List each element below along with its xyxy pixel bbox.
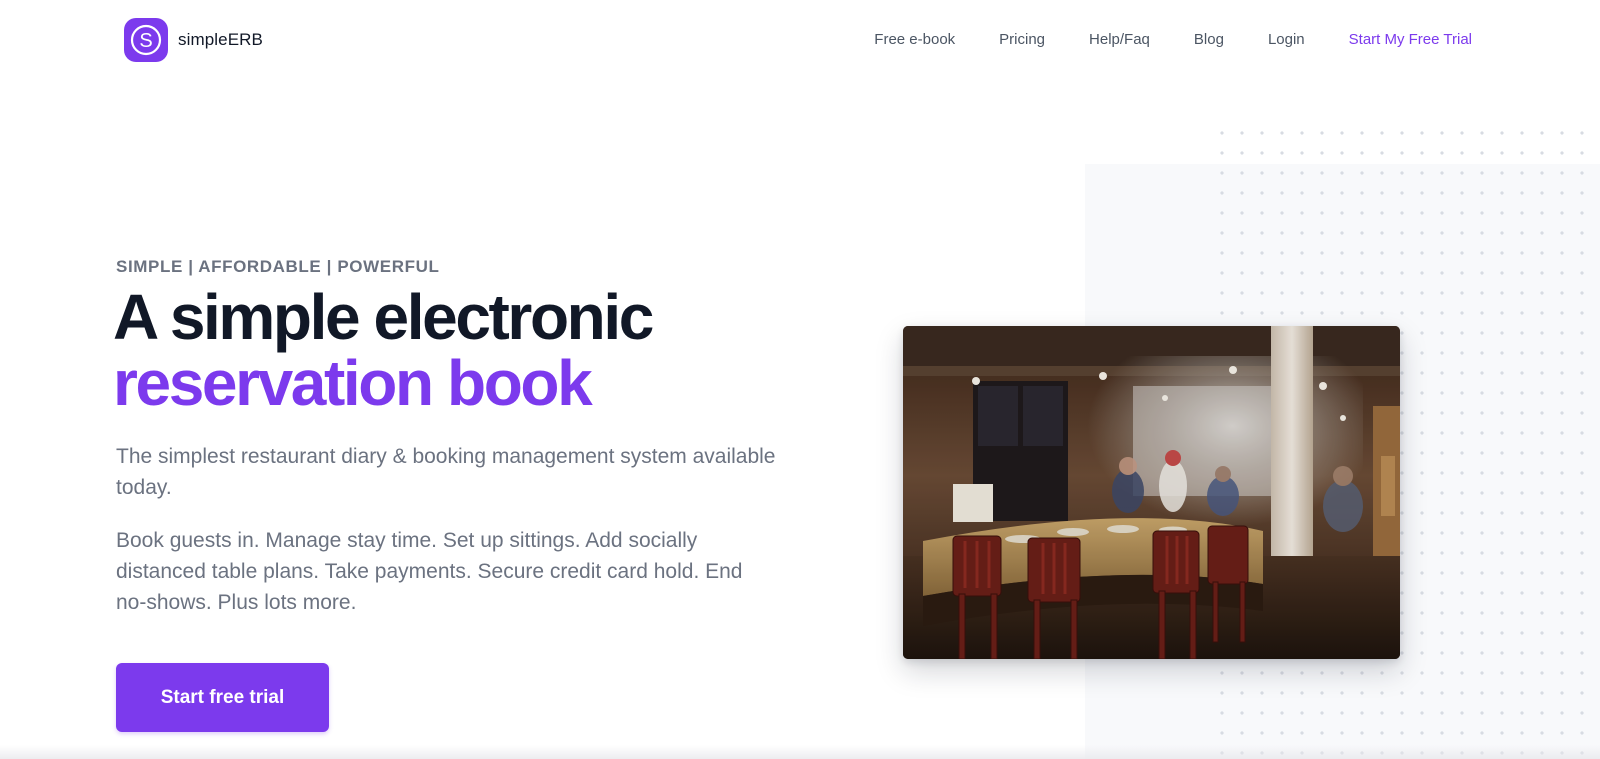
brand-name: simpleERB [178,30,263,49]
nav-help-faq-link[interactable]: Help/Faq [1089,31,1150,48]
hero-eyebrow: SIMPLE | AFFORDABLE | POWERFUL [116,257,440,276]
hero-lead-text: The simplest restaurant diary & booking … [116,445,776,499]
landing-page: S simpleERB Free e-book Pricing Help/Faq… [0,0,1600,759]
nav-login-link[interactable]: Login [1268,31,1305,48]
logo-icon: S [124,18,168,62]
hero-headline-line2: reservation book [113,347,593,419]
restaurant-interior-photo [903,326,1400,659]
main-nav: Free e-book Pricing Help/Faq Blog Login … [830,31,1472,48]
nav-blog-link[interactable]: Blog [1194,31,1224,48]
nav-start-free-trial-link[interactable]: Start My Free Trial [1349,31,1472,48]
brand-logo-link[interactable]: S simpleERB [124,18,263,62]
nav-pricing-link[interactable]: Pricing [999,31,1045,48]
hero-headline: A simple electronic reservation book [113,281,654,419]
section-divider [0,745,1600,759]
hero-headline-line1: A simple electronic [113,281,654,353]
site-header: S simpleERB Free e-book Pricing Help/Faq… [0,0,1600,82]
start-free-trial-button[interactable]: Start free trial [116,663,329,732]
logo-letter: S [139,30,152,52]
hero-body-text: Book guests in. Manage stay time. Set up… [116,529,743,614]
nav-free-ebook-link[interactable]: Free e-book [874,31,955,48]
